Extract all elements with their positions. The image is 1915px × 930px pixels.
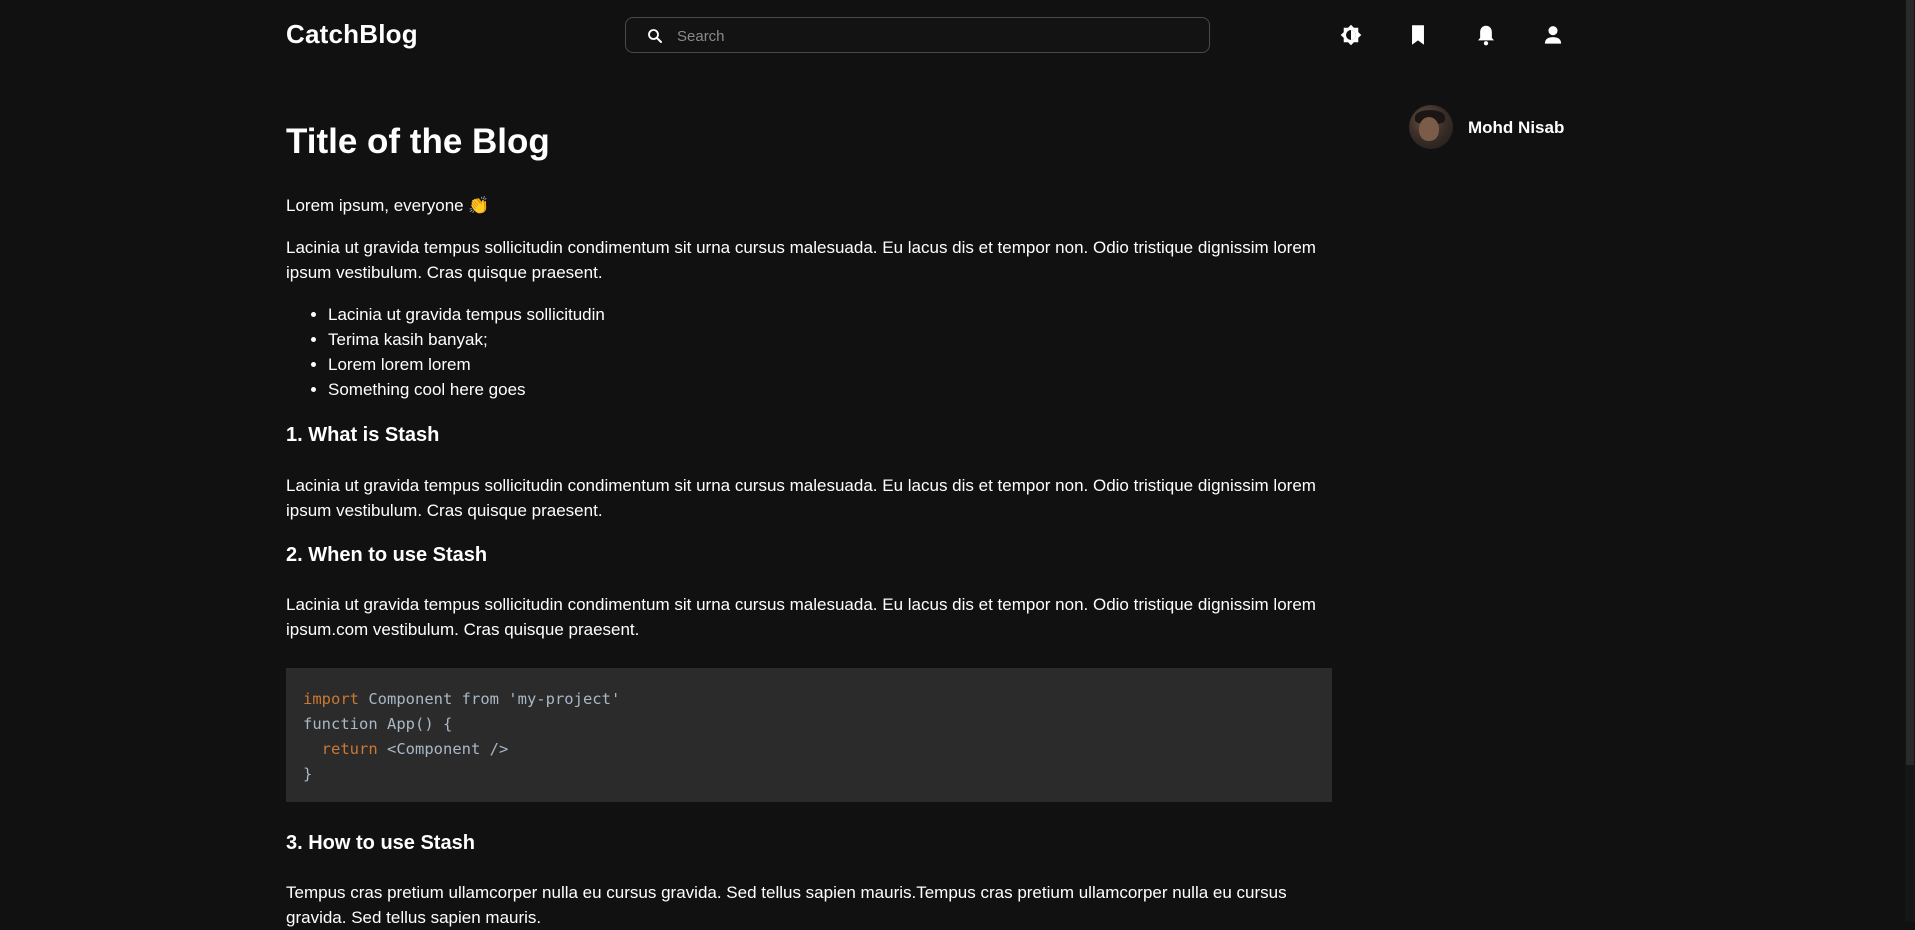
code-text: Component from 'my-project' (359, 690, 621, 708)
search-input[interactable] (675, 18, 1199, 54)
section-heading-how-to-use-stash: 3. How to use Stash (286, 832, 475, 854)
user-profile-icon[interactable] (1540, 22, 1566, 48)
author-name[interactable]: Mohd Nisab (1468, 118, 1564, 138)
scrollbar[interactable] (1905, 0, 1915, 922)
code-line: return <Component /> (303, 737, 1315, 762)
code-keyword: return (321, 740, 378, 758)
code-block[interactable]: import Component from 'my-project' funct… (286, 668, 1332, 802)
list-item: Terima kasih banyak; (328, 327, 605, 352)
bookmark-icon[interactable] (1405, 22, 1431, 48)
code-keyword: import (303, 690, 359, 708)
article-title: Title of the Blog (286, 122, 550, 161)
list-item: Something cool here goes (328, 377, 605, 402)
code-text: <Component /> (377, 740, 509, 758)
intro-paragraph: Lacinia ut gravida tempus sollicitudin c… (286, 238, 1316, 282)
notifications-bell-icon[interactable] (1473, 22, 1499, 48)
section-paragraph: Lacinia ut gravida tempus sollicitudin c… (286, 595, 1316, 639)
avatar[interactable] (1409, 105, 1453, 149)
code-line: function App() { (303, 715, 453, 733)
top-navbar: CatchBlog (0, 0, 1905, 70)
search-box[interactable] (625, 17, 1210, 54)
scrollbar-thumb[interactable] (1906, 0, 1914, 765)
search-icon (648, 29, 662, 43)
section-paragraph: Lacinia ut gravida tempus sollicitudin c… (286, 476, 1316, 520)
code-line: } (303, 765, 313, 783)
section-paragraph: Tempus cras pretium ullamcorper nulla eu… (286, 883, 1287, 927)
list-item: Lorem lorem lorem (328, 352, 605, 377)
brand-logo[interactable]: CatchBlog (286, 19, 418, 50)
list-item: Lacinia ut gravida tempus sollicitudin (328, 302, 605, 327)
section-heading-when-to-use-stash: 2. When to use Stash (286, 544, 488, 566)
bullet-list: Lacinia ut gravida tempus sollicitudin T… (286, 302, 605, 402)
theme-toggle-icon[interactable] (1338, 22, 1364, 48)
code-line: import Component from 'my-project' (303, 687, 1315, 712)
section-heading-what-is-stash: 1. What is Stash (286, 424, 440, 446)
greeting-text: Lorem ipsum, everyone 👏 (286, 196, 490, 215)
